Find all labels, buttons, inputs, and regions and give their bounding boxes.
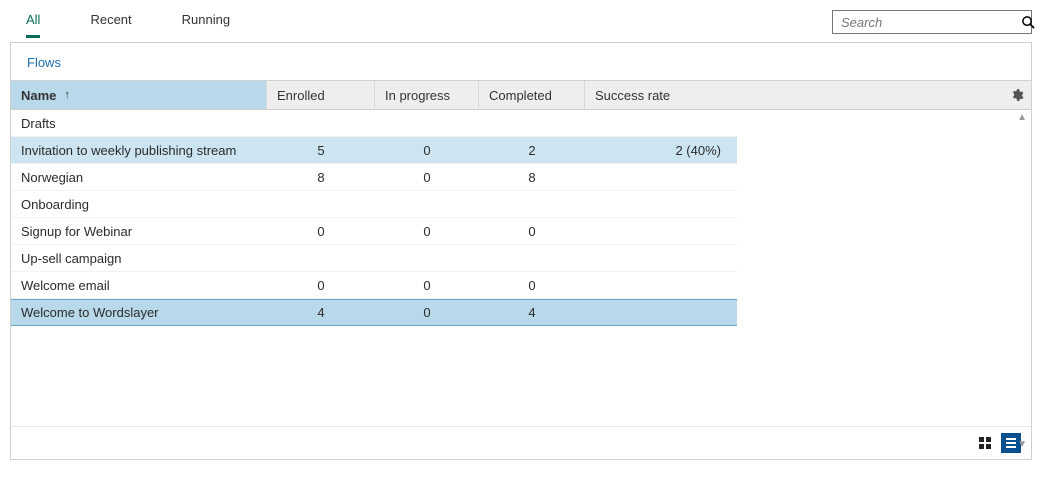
- cell-completed: 0: [479, 278, 585, 293]
- table-row[interactable]: Norwegian808: [11, 164, 737, 191]
- cell-inprogress: 0: [375, 224, 479, 239]
- grid: Name ↑ Enrolled In progress Completed Su…: [11, 80, 1031, 426]
- grid-view-button[interactable]: [975, 433, 995, 453]
- cell-name: Invitation to weekly publishing stream: [11, 143, 267, 158]
- cell-completed: 8: [479, 170, 585, 185]
- search-box[interactable]: [832, 10, 1032, 34]
- col-enrolled[interactable]: Enrolled: [267, 81, 375, 109]
- cell-enrolled: 8: [267, 170, 375, 185]
- panel: Flows Name ↑ Enrolled In progress Comple…: [10, 42, 1032, 460]
- top-bar: All Recent Running: [0, 0, 1042, 38]
- cell-name: Onboarding: [11, 197, 267, 212]
- table-row[interactable]: Drafts: [11, 110, 737, 137]
- table-row[interactable]: Up-sell campaign: [11, 245, 737, 272]
- grid-body: Drafts Invitation to weekly publishing st…: [11, 110, 1031, 426]
- col-completed[interactable]: Completed: [479, 81, 585, 109]
- table-row[interactable]: Onboarding: [11, 191, 737, 218]
- cell-name: Welcome email: [11, 278, 267, 293]
- col-inprogress[interactable]: In progress: [375, 81, 479, 109]
- cell-name: Norwegian: [11, 170, 267, 185]
- cell-name: Signup for Webinar: [11, 224, 267, 239]
- table-row[interactable]: Welcome email000: [11, 272, 737, 299]
- search-input[interactable]: [839, 14, 1021, 31]
- cell-enrolled: 0: [267, 224, 375, 239]
- cell-enrolled: 5: [267, 143, 375, 158]
- table-row[interactable]: Signup for Webinar000: [11, 218, 737, 245]
- cell-enrolled: 0: [267, 278, 375, 293]
- tab-running[interactable]: Running: [182, 6, 230, 38]
- cell-inprogress: 0: [375, 143, 479, 158]
- cell-inprogress: 0: [375, 305, 479, 320]
- cell-name: Up-sell campaign: [11, 251, 267, 266]
- tabs: All Recent Running: [10, 6, 832, 38]
- tab-recent[interactable]: Recent: [90, 6, 131, 38]
- tab-all[interactable]: All: [26, 6, 40, 38]
- table-row[interactable]: Invitation to weekly publishing stream50…: [11, 137, 737, 164]
- scroll-down-icon[interactable]: ▼: [1017, 439, 1027, 450]
- col-name[interactable]: Name ↑: [11, 81, 267, 109]
- cell-name: Welcome to Wordslayer: [11, 305, 267, 320]
- cell-success: 2 (40%): [585, 143, 737, 158]
- list-view-icon: [1004, 436, 1018, 450]
- col-success[interactable]: Success rate: [585, 81, 737, 109]
- scroll-up-icon[interactable]: ▲: [1017, 112, 1027, 123]
- cell-inprogress: 0: [375, 278, 479, 293]
- footer: [11, 426, 1031, 459]
- table-row[interactable]: Welcome to Wordslayer404: [11, 299, 737, 326]
- panel-title[interactable]: Flows: [11, 43, 1031, 80]
- search-icon[interactable]: [1021, 15, 1036, 30]
- header-row: Name ↑ Enrolled In progress Completed Su…: [11, 80, 1031, 110]
- gear-icon: [1010, 88, 1024, 102]
- column-settings-button[interactable]: [1003, 81, 1031, 109]
- cell-completed: 0: [479, 224, 585, 239]
- col-spacer: [737, 81, 1003, 109]
- cell-inprogress: 0: [375, 170, 479, 185]
- sort-asc-icon: ↑: [64, 89, 70, 101]
- cell-completed: 2: [479, 143, 585, 158]
- cell-enrolled: 4: [267, 305, 375, 320]
- cell-completed: 4: [479, 305, 585, 320]
- cell-name: Drafts: [11, 116, 267, 131]
- col-name-label: Name: [21, 88, 56, 103]
- rows-container: Drafts Invitation to weekly publishing st…: [11, 110, 737, 326]
- grid-view-icon: [978, 436, 992, 450]
- scroll-area: ▲ ▼: [737, 110, 1031, 326]
